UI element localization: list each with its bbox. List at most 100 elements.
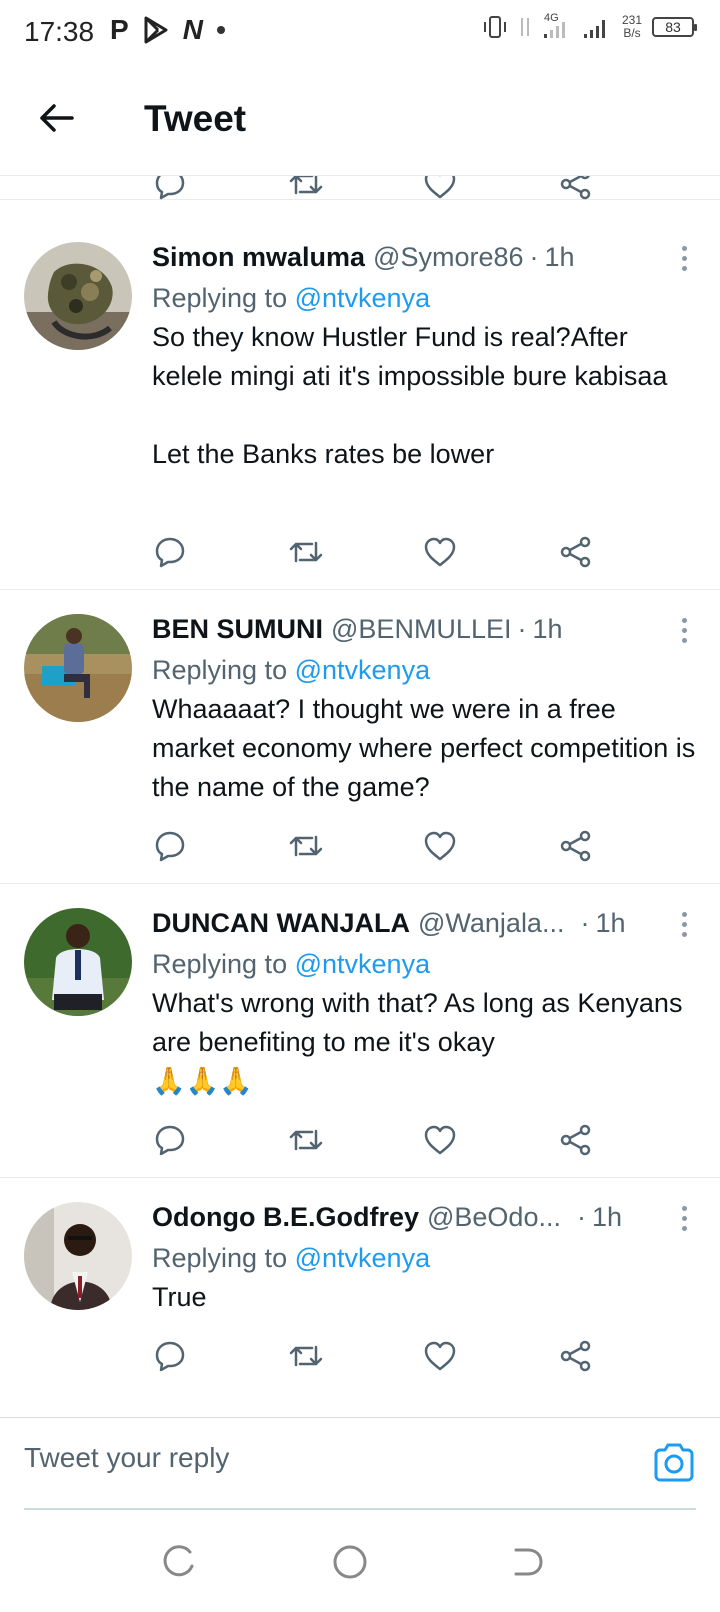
retweet-icon [289, 835, 323, 857]
reply-icon [155, 176, 185, 200]
avatar-image [24, 908, 132, 1016]
heart-icon [424, 831, 456, 861]
heart-icon [424, 1341, 456, 1371]
mention-link[interactable]: @ntvkenya [295, 283, 430, 313]
more-options-button[interactable] [672, 240, 696, 276]
separator-dot: · [580, 907, 590, 938]
retweet-icon [289, 541, 323, 563]
play-store-icon [144, 16, 168, 44]
user-handle[interactable]: @Wanjala... [418, 908, 564, 939]
battery-icon: 83 [652, 17, 697, 37]
avatar[interactable] [24, 614, 132, 722]
tweet-text: What's wrong with that? As long as Kenya… [152, 988, 683, 1096]
replying-to: Replying to @ntvkenya [152, 650, 700, 690]
reply-button[interactable] [150, 1334, 190, 1378]
replying-label: Replying to [152, 949, 288, 979]
like-button[interactable] [420, 1118, 460, 1162]
mention-link[interactable]: @ntvkenya [295, 655, 430, 685]
retweet-button[interactable] [286, 176, 326, 206]
net-speed: 231 B/s [622, 14, 642, 40]
display-name[interactable]: Odongo B.E.Godfrey [152, 1202, 419, 1233]
reply-button[interactable] [150, 824, 190, 868]
avatar[interactable] [24, 908, 132, 1016]
share-button[interactable] [556, 824, 596, 868]
more-options-button[interactable] [672, 612, 696, 648]
reply-composer: Tweet your reply [0, 1417, 720, 1510]
notification-icons: P N [110, 14, 225, 46]
replying-label: Replying to [152, 1243, 288, 1273]
heart-icon [424, 176, 456, 199]
reply-button[interactable] [150, 530, 190, 574]
reply-icon [155, 1125, 185, 1156]
share-icon [560, 830, 591, 862]
replying-to: Replying to @ntvkenya [152, 278, 700, 318]
share-button[interactable] [556, 176, 596, 206]
reply-icon [155, 537, 185, 568]
retweet-button[interactable] [286, 1118, 326, 1162]
share-button[interactable] [556, 1334, 596, 1378]
retweet-icon [289, 176, 323, 195]
tweet-item[interactable]: Simon mwaluma @Symore86 · 1h Replying to… [0, 218, 720, 590]
recents-icon [163, 1545, 194, 1577]
avatar[interactable] [24, 1202, 132, 1310]
replying-label: Replying to [152, 655, 288, 685]
previous-tweet-actions [0, 176, 720, 200]
reply-input[interactable]: Tweet your reply [24, 1442, 229, 1474]
vibrate-icon [483, 16, 506, 38]
retweet-button[interactable] [286, 1334, 326, 1378]
share-button[interactable] [556, 1118, 596, 1162]
avatar-image [24, 242, 132, 350]
tweet-item[interactable]: DUNCAN WANJALA @Wanjala... · 1h Replying… [0, 884, 720, 1178]
system-nav-bar [0, 1510, 720, 1612]
reply-button[interactable] [150, 176, 190, 206]
heart-icon [424, 537, 456, 567]
header: Tweet [0, 64, 720, 176]
status-bar: 17:38 P N 4G 231 B/s 83 [0, 0, 720, 64]
tweet-text: Whaaaaat? I thought we were in a free ma… [152, 694, 703, 802]
network-type: 4G [543, 12, 559, 24]
tweet-item[interactable]: Odongo B.E.Godfrey @BeOdo... · 1h Replyi… [0, 1178, 720, 1417]
tweet-time: 1h [532, 613, 563, 644]
replying-to: Replying to @ntvkenya [152, 1238, 700, 1278]
tweet-time: 1h [595, 907, 626, 938]
avatar-image [24, 1202, 132, 1310]
share-icon [560, 1340, 591, 1372]
tweet-time: 1h [544, 241, 575, 272]
home-button[interactable] [330, 1542, 370, 1582]
like-button[interactable] [420, 824, 460, 868]
more-options-button[interactable] [672, 1200, 696, 1236]
display-name[interactable]: BEN SUMUNI [152, 614, 323, 645]
reply-button[interactable] [150, 1118, 190, 1162]
data-arrows-icon [520, 18, 529, 36]
retweet-button[interactable] [286, 824, 326, 868]
user-handle[interactable]: @BeOdo... [427, 1202, 561, 1233]
display-name[interactable]: Simon mwaluma [152, 242, 365, 273]
mention-link[interactable]: @ntvkenya [295, 1243, 430, 1273]
tweet-time: 1h [591, 1201, 623, 1232]
mention-link[interactable]: @ntvkenya [295, 949, 430, 979]
signal-4g-icon: 4G [542, 12, 572, 40]
replying-label: Replying to [152, 283, 288, 313]
back-nav-button[interactable] [508, 1542, 548, 1582]
avatar[interactable] [24, 242, 132, 350]
page-title: Tweet [144, 98, 247, 139]
reply-icon [155, 1341, 185, 1372]
camera-icon [654, 1443, 694, 1482]
recents-button[interactable] [160, 1542, 200, 1582]
back-nav-icon [514, 1548, 543, 1576]
share-icon [560, 1124, 591, 1156]
share-button[interactable] [556, 530, 596, 574]
retweet-button[interactable] [286, 530, 326, 574]
like-button[interactable] [420, 1334, 460, 1378]
user-handle[interactable]: @BENMULLEI [331, 614, 511, 645]
camera-button[interactable] [652, 1440, 696, 1484]
user-handle[interactable]: @Symore86 [373, 242, 523, 273]
back-button[interactable] [32, 94, 80, 142]
more-options-button[interactable] [672, 906, 696, 942]
like-button[interactable] [420, 176, 460, 206]
like-button[interactable] [420, 530, 460, 574]
display-name[interactable]: DUNCAN WANJALA [152, 908, 410, 939]
status-time: 17:38 [24, 16, 95, 47]
tweet-item[interactable]: BEN SUMUNI @BENMULLEI · 1h Replying to @… [0, 590, 720, 884]
reply-feed[interactable]: Simon mwaluma @Symore86 · 1h Replying to… [0, 176, 720, 1417]
